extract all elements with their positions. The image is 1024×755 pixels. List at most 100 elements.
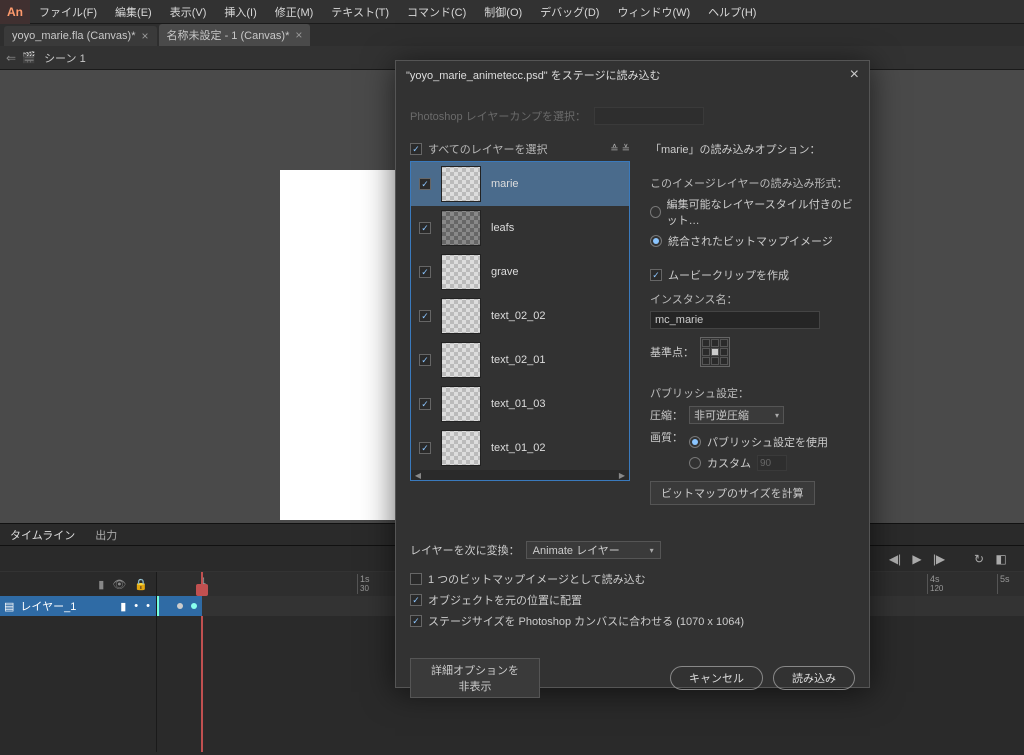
timeline-layer-name: レイヤー_1 bbox=[20, 598, 76, 614]
calc-bitmap-size-button[interactable]: ビットマップのサイズを計算 bbox=[650, 481, 815, 505]
layer-name: text_01_03 bbox=[491, 398, 545, 410]
radio-quality-publish[interactable] bbox=[689, 436, 701, 448]
quality-custom-label: カスタム bbox=[707, 455, 751, 471]
create-movieclip-label: ムービークリップを作成 bbox=[668, 267, 789, 283]
hide-advanced-button[interactable]: 詳細オプションを非表示 bbox=[410, 658, 540, 698]
scroll-right-icon[interactable]: ▶ bbox=[615, 470, 629, 480]
close-icon[interactable]: × bbox=[850, 66, 859, 84]
compression-label: 圧縮： bbox=[650, 407, 683, 423]
import-options-title: 「marie」の読み込みオプション： bbox=[650, 141, 855, 157]
layer-visible-dot[interactable]: • bbox=[134, 600, 138, 613]
eye-icon[interactable]: 👁 bbox=[112, 578, 126, 591]
scroll-track[interactable] bbox=[425, 470, 615, 480]
import-button[interactable]: 読み込み bbox=[773, 666, 855, 690]
keyframe-dot-icon bbox=[191, 603, 197, 609]
layer-lock-dot[interactable]: • bbox=[146, 600, 150, 613]
layer-item[interactable]: text_01_02 bbox=[411, 426, 629, 470]
original-position-checkbox[interactable] bbox=[410, 594, 422, 606]
highlight-icon[interactable]: ▮ bbox=[98, 578, 104, 591]
convert-layers-select[interactable]: Animate レイヤー ▾ bbox=[526, 541, 661, 559]
horizontal-scrollbar[interactable]: ◀ ▶ bbox=[411, 470, 629, 480]
onion-icon[interactable]: ◧ bbox=[992, 550, 1010, 568]
menu-window[interactable]: ウィンドウ(W) bbox=[608, 0, 699, 24]
expand-icon[interactable]: ≚ bbox=[622, 144, 630, 155]
instance-name-label: インスタンス名： bbox=[650, 291, 855, 307]
cancel-button[interactable]: キャンセル bbox=[670, 666, 763, 690]
layer-item[interactable]: text_02_01 bbox=[411, 338, 629, 382]
layer-item[interactable]: leafs bbox=[411, 206, 629, 250]
doc-tab-0[interactable]: yoyo_marie.fla (Canvas)* × bbox=[4, 26, 157, 46]
prev-frame-icon[interactable]: ◀| bbox=[886, 550, 904, 568]
tab-output[interactable]: 出力 bbox=[85, 524, 127, 546]
layer-thumbnail bbox=[441, 342, 481, 378]
frame-span[interactable] bbox=[157, 596, 202, 616]
layers-column: ▮ 👁 🔒 ▤ レイヤー_1 ▮ • • bbox=[0, 572, 157, 752]
menu-command[interactable]: コマンド(C) bbox=[398, 0, 475, 24]
layer-item[interactable]: text_02_02 bbox=[411, 294, 629, 338]
next-frame-icon[interactable]: |▶ bbox=[930, 550, 948, 568]
create-movieclip-checkbox[interactable] bbox=[650, 269, 662, 281]
layer-item[interactable]: grave bbox=[411, 250, 629, 294]
stage-size-checkbox[interactable] bbox=[410, 615, 422, 627]
quality-value-input bbox=[757, 455, 787, 471]
layer-item[interactable]: text_01_03 bbox=[411, 382, 629, 426]
menu-debug[interactable]: デバッグ(D) bbox=[531, 0, 608, 24]
dialog-body: Photoshop レイヤーカンプを選択： すべてのレイヤーを選択 ≙ ≚ bbox=[396, 89, 869, 687]
loop-icon[interactable]: ↻ bbox=[970, 550, 988, 568]
layer-checkbox[interactable] bbox=[419, 266, 431, 278]
layer-name: text_02_01 bbox=[491, 354, 545, 366]
menu-file[interactable]: ファイル(F) bbox=[30, 0, 106, 24]
close-icon[interactable]: × bbox=[142, 29, 149, 43]
radio-editable-styles[interactable] bbox=[650, 206, 661, 218]
layer-thumbnail bbox=[441, 386, 481, 422]
layer-checkbox[interactable] bbox=[419, 310, 431, 322]
menu-edit[interactable]: 編集(E) bbox=[106, 0, 161, 24]
layer-comp-label: Photoshop レイヤーカンプを選択： bbox=[410, 108, 586, 124]
layer-highlight-dot[interactable]: ▮ bbox=[120, 600, 126, 613]
play-icon[interactable]: ▶ bbox=[908, 550, 926, 568]
collapse-icon[interactable]: ≙ bbox=[610, 144, 618, 155]
chevron-down-icon: ▾ bbox=[650, 546, 654, 555]
compression-select[interactable]: 非可逆圧縮 ▾ bbox=[689, 406, 784, 424]
scroll-left-icon[interactable]: ◀ bbox=[411, 470, 425, 480]
menu-view[interactable]: 表示(V) bbox=[161, 0, 216, 24]
back-arrow-icon[interactable]: ⇐ bbox=[6, 51, 16, 65]
layer-comp-row: Photoshop レイヤーカンプを選択： bbox=[396, 89, 869, 141]
menu-control[interactable]: 制御(O) bbox=[475, 0, 531, 24]
ruler-sec: 1s30 bbox=[357, 574, 370, 594]
layer-checkbox[interactable] bbox=[419, 222, 431, 234]
registration-grid[interactable] bbox=[700, 337, 730, 367]
layer-item[interactable]: marie bbox=[411, 162, 629, 206]
timeline-layer-row[interactable]: ▤ レイヤー_1 ▮ • • bbox=[0, 596, 156, 616]
radio-editable-label: 編集可能なレイヤースタイル付きのビット… bbox=[667, 196, 855, 228]
layer-checkbox[interactable] bbox=[419, 442, 431, 454]
menu-modify[interactable]: 修正(M) bbox=[266, 0, 323, 24]
radio-merged-bitmap[interactable] bbox=[650, 235, 662, 247]
layer-thumbnail bbox=[441, 210, 481, 246]
tab-timeline[interactable]: タイムライン bbox=[0, 524, 85, 546]
layers-list: marie leafs grave te bbox=[410, 161, 630, 481]
menu-text[interactable]: テキスト(T) bbox=[322, 0, 398, 24]
single-bitmap-checkbox[interactable] bbox=[410, 573, 422, 585]
playhead-handle[interactable] bbox=[196, 584, 208, 596]
dialog-button-row: 詳細オプションを非表示 キャンセル 読み込み bbox=[396, 644, 869, 712]
layer-comp-select bbox=[594, 107, 704, 125]
dialog-titlebar[interactable]: "yoyo_marie_animetecc.psd" をステージに読み込む × bbox=[396, 61, 869, 89]
layer-type-icon: ▤ bbox=[4, 600, 14, 613]
close-icon[interactable]: × bbox=[295, 28, 302, 42]
menu-insert[interactable]: 挿入(I) bbox=[215, 0, 265, 24]
select-all-checkbox[interactable] bbox=[410, 143, 422, 155]
dialog-bottom-options: レイヤーを次に変換： Animate レイヤー ▾ 1 つのビットマップイメージ… bbox=[396, 523, 869, 644]
instance-name-input[interactable] bbox=[650, 311, 820, 329]
scene-name[interactable]: シーン 1 bbox=[44, 50, 86, 66]
chevron-down-icon: ▾ bbox=[775, 411, 779, 420]
doc-tab-1[interactable]: 名称未設定 - 1 (Canvas)* × bbox=[159, 24, 311, 46]
lock-icon[interactable]: 🔒 bbox=[134, 578, 148, 591]
menu-help[interactable]: ヘルプ(H) bbox=[699, 0, 765, 24]
original-position-label: オブジェクトを元の位置に配置 bbox=[428, 592, 582, 608]
layer-checkbox[interactable] bbox=[419, 398, 431, 410]
layer-checkbox[interactable] bbox=[419, 354, 431, 366]
single-bitmap-label: 1 つのビットマップイメージとして読み込む bbox=[428, 571, 646, 587]
radio-quality-custom[interactable] bbox=[689, 457, 701, 469]
layer-checkbox[interactable] bbox=[419, 178, 431, 190]
